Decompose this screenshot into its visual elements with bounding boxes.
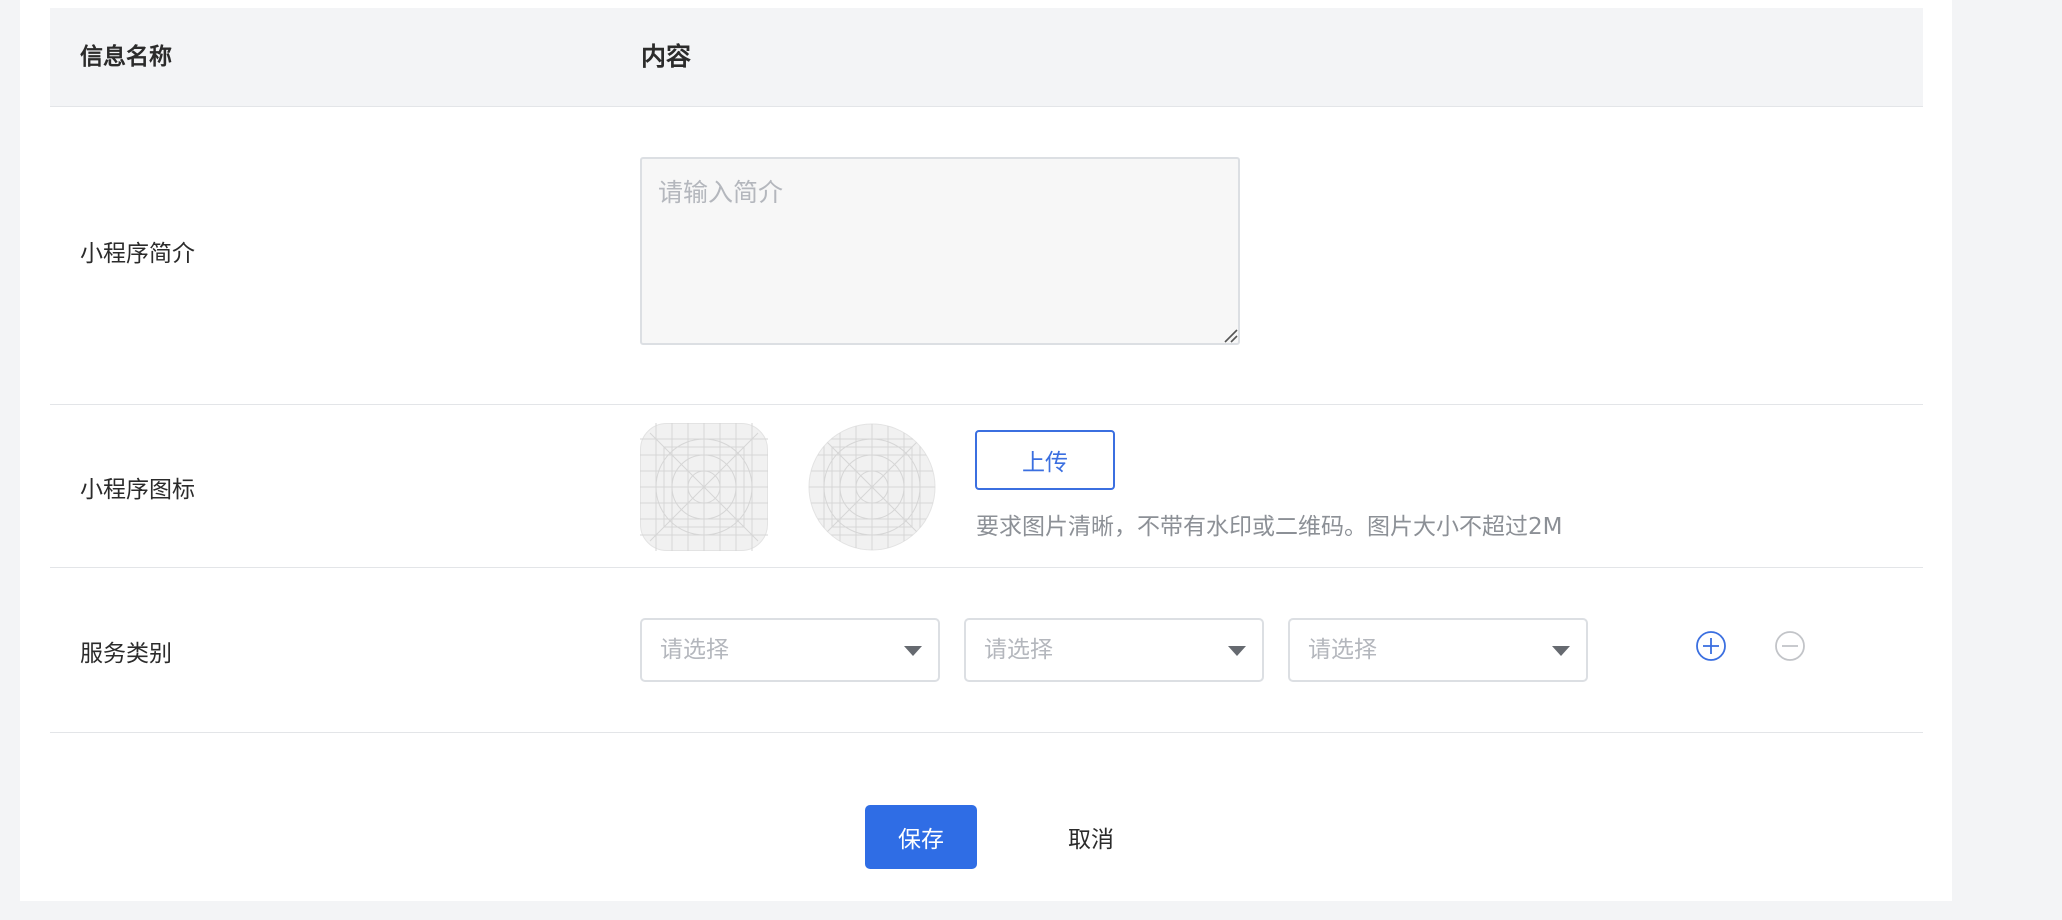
caret-down-icon bbox=[1228, 646, 1246, 656]
header-info-name: 信息名称 bbox=[80, 44, 172, 70]
upload-button[interactable]: 上传 bbox=[975, 430, 1115, 490]
app-icon-placeholder-square-icon bbox=[640, 423, 768, 551]
select-placeholder: 请选择 bbox=[660, 637, 729, 663]
table-row-service: 服务类别 请选择 请选择 请选择 bbox=[50, 568, 1923, 733]
service-select-3[interactable]: 请选择 bbox=[1288, 618, 1588, 682]
intro-textarea[interactable] bbox=[640, 157, 1240, 345]
cancel-button[interactable]: 取消 bbox=[1035, 805, 1147, 869]
caret-down-icon bbox=[1552, 646, 1570, 656]
save-button[interactable]: 保存 bbox=[865, 805, 977, 869]
intro-label: 小程序简介 bbox=[80, 241, 195, 267]
app-icon-placeholder-circle-icon bbox=[808, 423, 936, 551]
service-label: 服务类别 bbox=[80, 641, 172, 667]
table-row-intro: 小程序简介 bbox=[50, 107, 1923, 405]
service-select-2[interactable]: 请选择 bbox=[964, 618, 1264, 682]
service-select-1[interactable]: 请选择 bbox=[640, 618, 940, 682]
resize-handle-icon[interactable] bbox=[1222, 327, 1238, 343]
caret-down-icon bbox=[904, 646, 922, 656]
minus-circle-icon[interactable] bbox=[1774, 630, 1806, 662]
header-content: 内容 bbox=[641, 42, 692, 71]
form-card: 信息名称 内容 小程序简介 小程序图标 bbox=[20, 0, 1952, 901]
table-row-icon: 小程序图标 上传 要求图片清晰，不带有水印或二维码。图片大小不超过2M bbox=[50, 405, 1923, 568]
icon-label: 小程序图标 bbox=[80, 477, 195, 503]
select-placeholder: 请选择 bbox=[1308, 637, 1377, 663]
select-placeholder: 请选择 bbox=[984, 637, 1053, 663]
info-table: 信息名称 内容 小程序简介 小程序图标 bbox=[50, 8, 1923, 733]
plus-circle-icon[interactable] bbox=[1695, 630, 1727, 662]
upload-hint: 要求图片清晰，不带有水印或二维码。图片大小不超过2M bbox=[976, 514, 1563, 540]
table-header: 信息名称 内容 bbox=[50, 8, 1923, 107]
